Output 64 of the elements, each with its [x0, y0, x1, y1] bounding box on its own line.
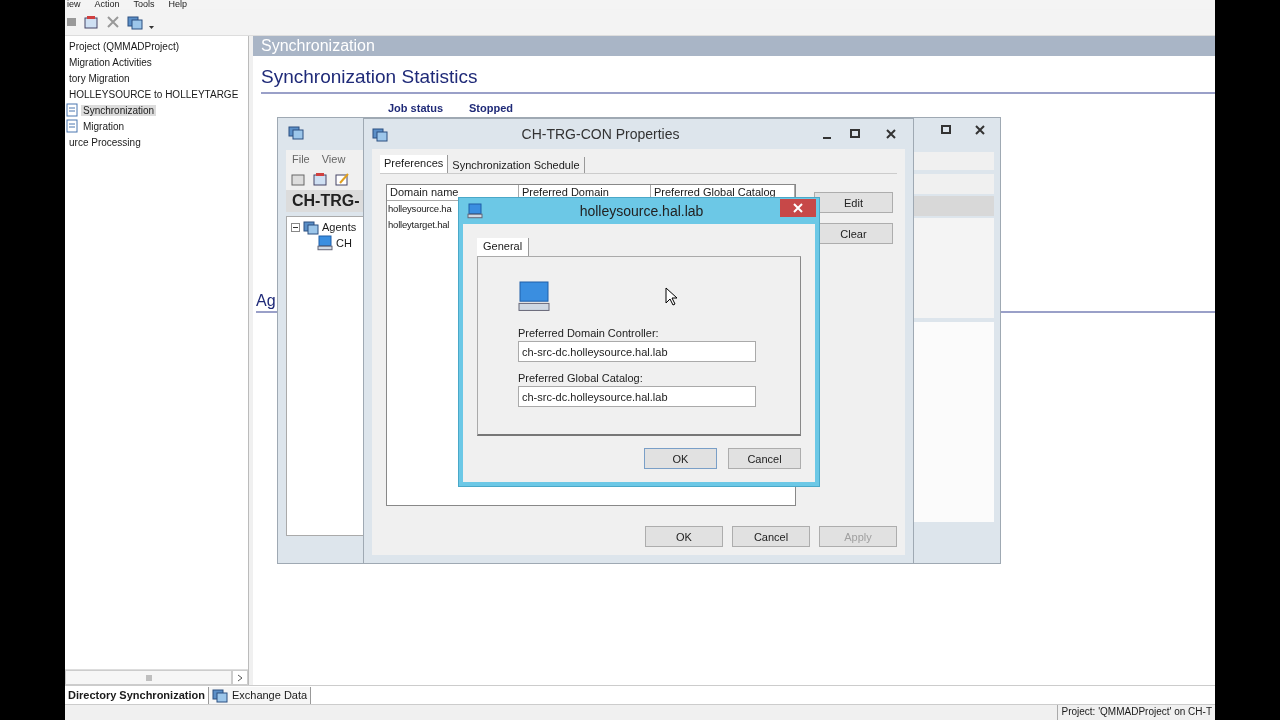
dialog-button[interactable]: OK: [645, 526, 723, 547]
menu-item[interactable]: File: [292, 153, 310, 165]
menu-item[interactable]: Help: [168, 0, 188, 9]
menu-item[interactable]: iew: [67, 0, 81, 9]
dialog-button[interactable]: OK: [644, 448, 717, 469]
input-field[interactable]: ch-src-dc.holleysource.hal.lab: [518, 341, 756, 362]
properties-icon: [312, 171, 328, 187]
tree-item[interactable]: Migration Activities: [67, 56, 154, 68]
tree-item[interactable]: tory Migration: [67, 72, 132, 84]
close-icon: [974, 124, 986, 136]
tab[interactable]: Preferences: [380, 155, 449, 173]
job-status-value: Stopped: [469, 102, 513, 114]
window-title: CH-TRG-CON Properties: [520, 126, 681, 142]
page-title: Synchronization Statistics: [261, 66, 1215, 94]
tree-item[interactable]: Agents: [322, 221, 357, 233]
minimize-icon: [823, 137, 831, 139]
dialog-button[interactable]: Cancel: [732, 526, 810, 547]
scroll-right-button[interactable]: [232, 670, 248, 685]
dialog-button[interactable]: Cancel: [728, 448, 801, 469]
console-icon: [372, 126, 388, 142]
chevron-right-icon: [236, 673, 244, 682]
delete-icon: [105, 14, 121, 30]
edit-icon: [334, 171, 350, 187]
tree-item[interactable]: urce Processing: [67, 136, 143, 148]
cursor-icon: [665, 287, 679, 307]
tree-item[interactable]: Migration: [81, 120, 127, 132]
properties-icon: [290, 171, 306, 187]
tree-item[interactable]: Synchronization: [81, 104, 157, 116]
maximize-icon: [940, 124, 952, 136]
close-button[interactable]: [780, 199, 816, 217]
console-heading: CH-TRG-: [286, 190, 364, 212]
menu-item[interactable]: Action: [94, 0, 120, 9]
input-field[interactable]: ch-src-dc.holleysource.hal.lab: [518, 386, 756, 407]
console-icon: [288, 124, 304, 140]
close-icon: [885, 128, 897, 140]
properties-icon: [83, 14, 99, 30]
bottom-tab[interactable]: Exchange Data: [208, 686, 312, 704]
console-icon: [211, 687, 228, 703]
job-status-label: Job status: [388, 102, 443, 114]
bottom-tab[interactable]: Directory Synchronization: [65, 686, 209, 704]
field-label: Preferred Domain Controller:: [518, 327, 660, 339]
grip-icon: [144, 673, 153, 682]
menu-item[interactable]: Tools: [133, 0, 155, 9]
side-button[interactable]: Edit: [814, 192, 893, 213]
computer-icon: [467, 203, 483, 219]
table-cell[interactable]: holleytarget.hal: [387, 217, 451, 233]
computer-icon: [317, 235, 333, 251]
field-label: Preferred Global Catalog:: [518, 372, 644, 384]
caret-icon: [149, 25, 154, 29]
tree-item[interactable]: HOLLEYSOURCE to HOLLEYTARGE: [67, 88, 241, 100]
tree-item[interactable]: CH: [336, 237, 352, 249]
dialog-title: holleysource.hal.lab: [578, 203, 705, 219]
scrollbar-thumb[interactable]: [65, 670, 232, 685]
section-heading: Ag: [256, 292, 276, 309]
console-icon: [303, 219, 319, 235]
pane-header: Synchronization: [253, 36, 1215, 56]
computer-icon: [518, 281, 550, 313]
menu-item[interactable]: View: [321, 153, 346, 165]
maximize-icon: [849, 128, 861, 140]
table-cell[interactable]: holleysource.ha: [387, 201, 453, 217]
tab[interactable]: General: [477, 238, 530, 256]
close-icon: [792, 202, 804, 214]
tree-item[interactable]: Project (QMMADProject): [67, 40, 181, 52]
console-icon: [127, 14, 143, 30]
